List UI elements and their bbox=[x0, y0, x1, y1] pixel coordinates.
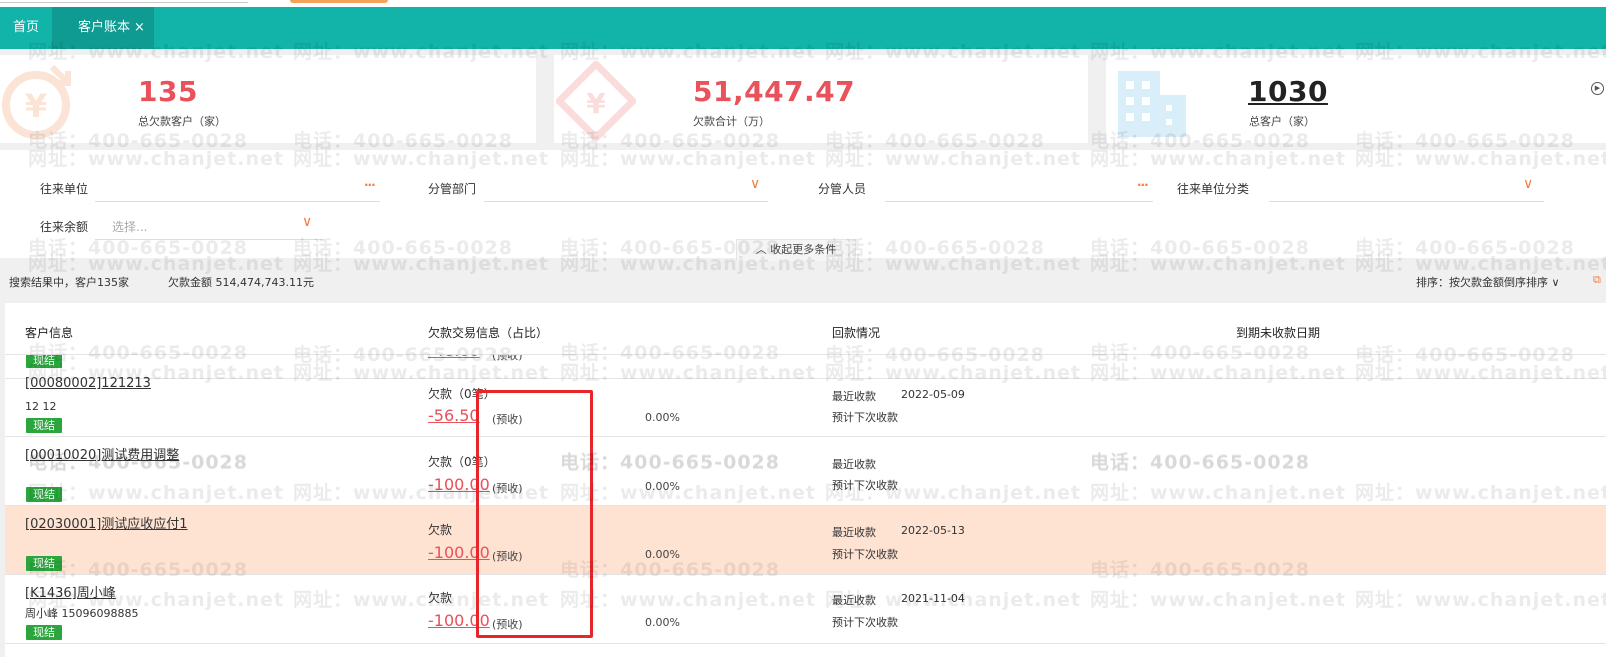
debt-amount-total: 欠款金额 514,474,743.11元 bbox=[168, 276, 314, 289]
chevron-down-icon[interactable]: ∨ bbox=[1523, 176, 1533, 192]
svg-text:¥: ¥ bbox=[25, 87, 47, 125]
filter-unit-label: 往来单位 bbox=[40, 182, 89, 196]
summary-bar: 搜索结果中，客户135家 欠款金额 514,474,743.11元 排序：按欠款… bbox=[0, 262, 1606, 300]
debt-label: 欠款 bbox=[428, 591, 453, 605]
annotation-highlight-box bbox=[476, 390, 593, 638]
filter-balance-label: 往来余额 bbox=[40, 220, 89, 234]
customer-contact: 12 12 bbox=[25, 400, 57, 413]
column-header-due-date: 到期未收款日期 bbox=[1236, 326, 1321, 340]
debt-percent: 0.00% bbox=[645, 411, 680, 424]
stat-card-debt-customers: ¥ 135 总欠款客户（家） bbox=[0, 55, 536, 143]
last-collection-label: 最近收款 bbox=[832, 390, 876, 403]
last-collection-label: 最近收款 bbox=[832, 594, 876, 607]
copy-icon[interactable]: ⧉ bbox=[1593, 273, 1601, 287]
next-collection-label: 预计下次收款 bbox=[832, 616, 898, 629]
yen-coin-icon: ¥ bbox=[2, 64, 71, 139]
stat-debt-customers-label: 总欠款客户（家） bbox=[138, 115, 226, 128]
filter-balance-placeholder[interactable]: 选择... bbox=[112, 218, 147, 235]
next-collection-label: 预计下次收款 bbox=[832, 548, 898, 561]
customer-contact: 周小峰 15096098885 bbox=[25, 607, 139, 620]
tab-customer-ledger[interactable]: 客户账本 × bbox=[52, 7, 154, 49]
debt-percent: 0.00% bbox=[645, 548, 680, 561]
last-collection-label: 最近收款 bbox=[832, 458, 876, 471]
customer-name-link[interactable]: [K1436]周小峰 bbox=[25, 582, 116, 601]
stat-total-customers-label: 总客户（家） bbox=[1249, 115, 1315, 128]
building-icon bbox=[1118, 71, 1186, 137]
last-collection-date: 2021-11-04 bbox=[901, 592, 965, 605]
status-badge: 现结 bbox=[26, 625, 62, 640]
status-badge: 现结 bbox=[26, 556, 62, 571]
stats-panel: ¥ 135 总欠款客户（家） ¥ 51,447.47 欠款合计（万） 1030 … bbox=[0, 55, 1606, 143]
filter-unit-input[interactable] bbox=[95, 201, 380, 202]
close-icon[interactable]: × bbox=[134, 20, 145, 35]
next-collection-label: 预计下次收款 bbox=[832, 411, 898, 424]
tab-customer-ledger-label: 客户账本 bbox=[78, 20, 131, 35]
last-collection-label: 最近收款 bbox=[832, 526, 876, 539]
filter-dept-label: 分管部门 bbox=[428, 182, 477, 196]
debt-percent: 0.00% bbox=[645, 480, 680, 493]
sort-label: 排序：按欠款金额倒序排序 bbox=[1416, 276, 1548, 289]
search-result-count: 搜索结果中，客户135家 bbox=[9, 276, 129, 289]
column-header-debt: 欠款交易信息（占比） bbox=[428, 326, 549, 340]
chevron-down-icon[interactable]: ∨ bbox=[750, 176, 760, 192]
customer-name-link[interactable]: [00010020]测试费用调整 bbox=[25, 444, 179, 463]
customer-name-link[interactable]: [00080002]121213 bbox=[25, 376, 151, 391]
filter-dept-select[interactable] bbox=[484, 201, 768, 202]
table-header: 客户信息 欠款交易信息（占比） 回款情况 到期未收款日期 bbox=[5, 303, 1606, 355]
table-row[interactable]: [K1436]周小峰 周小峰 15096098885 现结 欠款 -100.00… bbox=[5, 575, 1606, 644]
next-collection-label: 预计下次收款 bbox=[832, 479, 898, 492]
play-icon[interactable]: ▶ bbox=[1591, 82, 1604, 95]
column-header-collection: 回款情况 bbox=[832, 326, 881, 340]
filter-balance-select[interactable] bbox=[95, 239, 323, 240]
table-row[interactable]: [02030001]测试应收应付1 现结 欠款 -100.00 (预收) 0.0… bbox=[5, 506, 1606, 575]
column-header-customer: 客户信息 bbox=[25, 326, 74, 340]
filter-person-input[interactable] bbox=[885, 201, 1153, 202]
debt-percent: 0.00% bbox=[645, 616, 680, 629]
filter-person-label: 分管人员 bbox=[818, 182, 867, 196]
table-row[interactable]: [00010020]测试费用调整 现结 欠款（0笔） -100.00 (预收) … bbox=[5, 437, 1606, 506]
tab-home[interactable]: 首页 bbox=[0, 7, 52, 49]
tab-bar: 首页 客户账本 × bbox=[0, 7, 1606, 49]
collapse-label: 收起更多条件 bbox=[770, 243, 837, 256]
stat-card-debt-total: ¥ 51,447.47 欠款合计（万） bbox=[554, 55, 1088, 143]
yen-tag-icon: ¥ bbox=[556, 61, 636, 141]
filter-unit-category-label: 往来单位分类 bbox=[1177, 182, 1250, 196]
more-dots-icon[interactable]: ··· bbox=[1137, 178, 1149, 192]
filter-panel: 往来单位 ··· 分管部门 ∨ 分管人员 ··· 往来单位分类 ∨ 往来余额 选… bbox=[0, 150, 1606, 261]
svg-text:¥: ¥ bbox=[586, 87, 606, 120]
table-row[interactable]: [00080002]121213 12 12 现结 欠款（0笔） -56.50 … bbox=[5, 368, 1606, 437]
debt-label: 欠款 bbox=[428, 523, 453, 537]
stat-debt-total-label: 欠款合计（万） bbox=[693, 115, 770, 128]
status-badge: 现结 bbox=[26, 353, 62, 368]
status-badge: 现结 bbox=[26, 487, 62, 502]
status-badge: 现结 bbox=[26, 418, 62, 433]
top-search-input[interactable] bbox=[0, 0, 248, 3]
chevron-down-icon[interactable]: ∨ bbox=[302, 214, 312, 230]
stat-debt-total-value: 51,447.47 bbox=[693, 75, 856, 108]
chevron-down-icon: ∨ bbox=[1548, 276, 1560, 289]
top-action-button[interactable] bbox=[290, 0, 388, 3]
customer-table: 客户信息 欠款交易信息（占比） 回款情况 到期未收款日期 现结 -48.00 (… bbox=[5, 303, 1606, 657]
top-strip bbox=[0, 0, 1606, 7]
chevron-up-icon: ︿ bbox=[755, 243, 767, 256]
stat-card-total-customers: 1030 总客户（家） bbox=[1106, 55, 1606, 143]
sort-dropdown[interactable]: 排序：按欠款金额倒序排序 ∨ bbox=[1416, 274, 1560, 290]
stat-total-customers-value[interactable]: 1030 bbox=[1248, 75, 1328, 108]
filter-unit-category-select[interactable] bbox=[1269, 201, 1544, 202]
debt-amount[interactable]: -56.50 bbox=[428, 406, 480, 425]
stat-debt-customers-value: 135 bbox=[138, 75, 198, 108]
collapse-conditions-button[interactable]: ︿ 收起更多条件 bbox=[736, 239, 856, 261]
customer-name-link[interactable]: [02030001]测试应收应付1 bbox=[25, 513, 188, 532]
last-collection-date: 2022-05-13 bbox=[901, 524, 965, 537]
last-collection-date: 2022-05-09 bbox=[901, 388, 965, 401]
more-dots-icon[interactable]: ··· bbox=[364, 178, 376, 192]
